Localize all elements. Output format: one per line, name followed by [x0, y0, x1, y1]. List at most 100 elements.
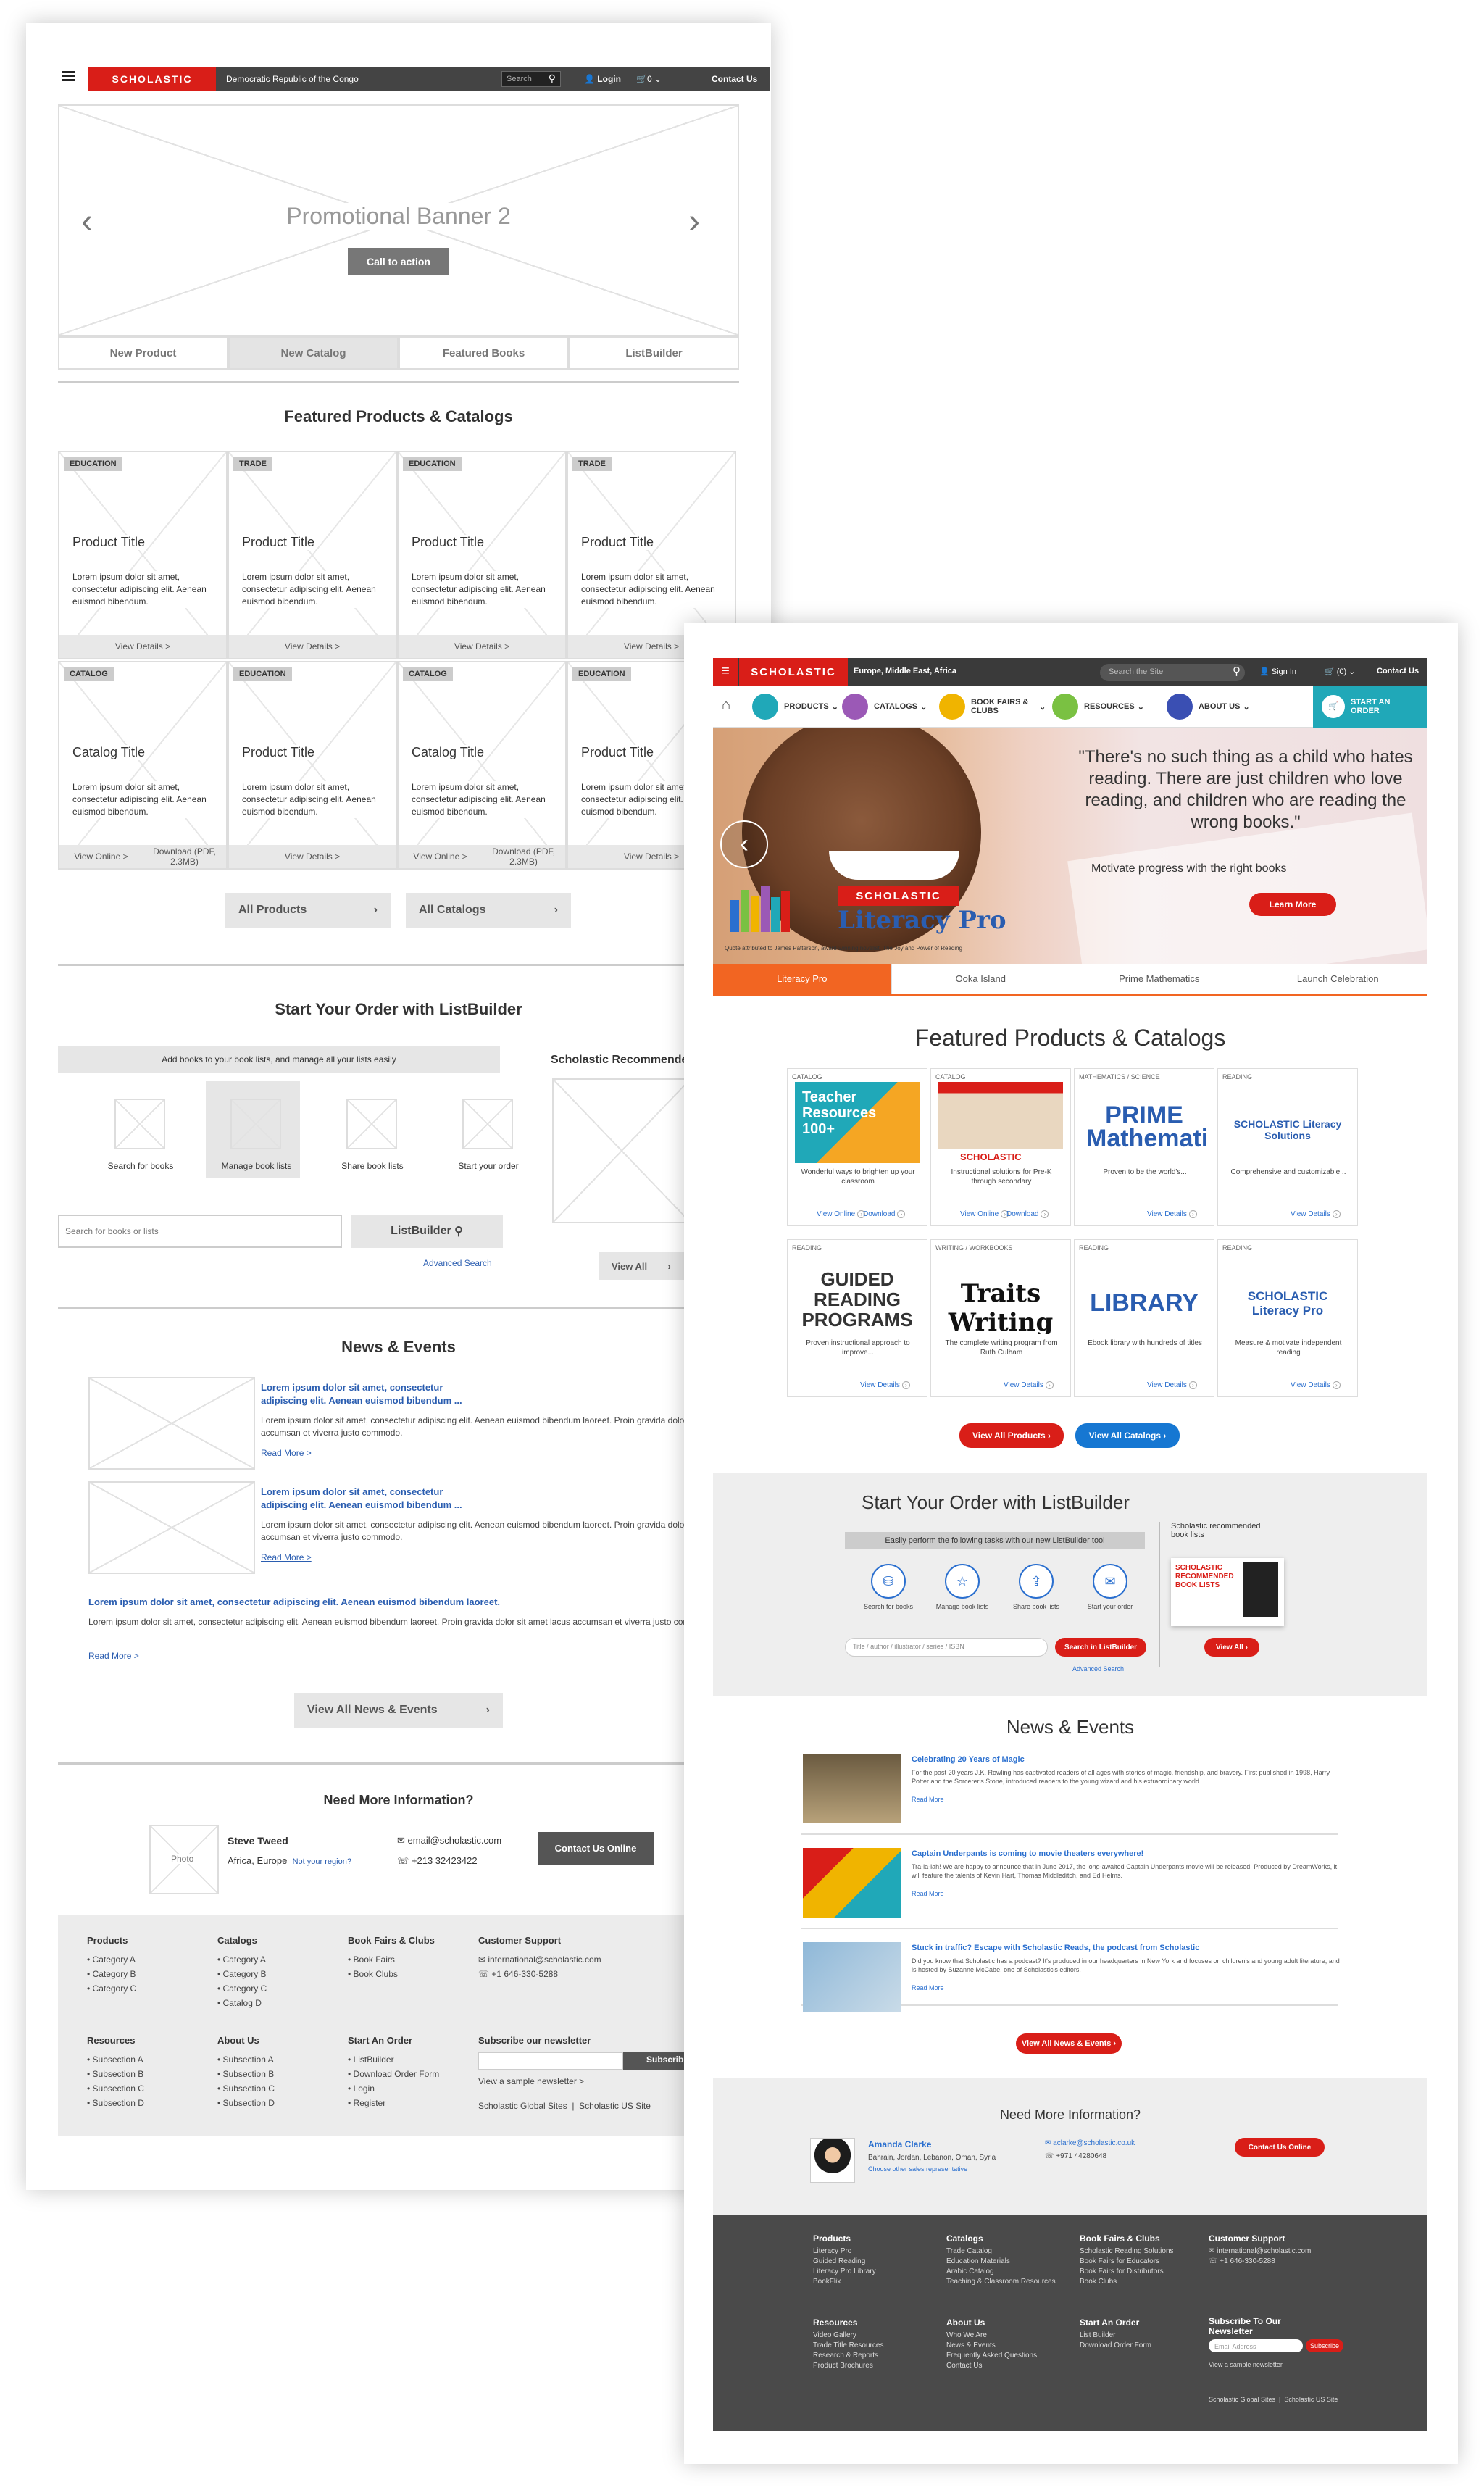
footer-link[interactable]: Research & Reports	[813, 2351, 883, 2361]
wf-view-all-news-button[interactable]: View All News & Events ›	[294, 1693, 503, 1728]
nav-catalogs[interactable]: CATALOGS ⌄	[842, 693, 927, 720]
footer-link[interactable]: Education Materials	[946, 2257, 1056, 2267]
footer-link[interactable]: • Book Clubs	[348, 1967, 435, 1981]
all-products-button[interactable]: All Products ›	[225, 893, 391, 928]
nav-resources[interactable]: RESOURCES ⌄	[1052, 693, 1144, 720]
news-title[interactable]: Stuck in traffic? Escape with Scholastic…	[912, 1944, 1346, 1952]
contact-link[interactable]: Contact Us	[712, 74, 757, 84]
footer-link[interactable]: • Subsection D	[217, 2096, 275, 2110]
recommended-books-image[interactable]: SCHOLASTIC RECOMMENDED BOOK LISTS	[1171, 1558, 1284, 1626]
footer-link[interactable]: Arabic Catalog	[946, 2267, 1056, 2277]
card-link[interactable]: Download (PDF, 2.3MB)	[491, 846, 556, 867]
step-icon-2[interactable]: ⇪	[1019, 1564, 1054, 1599]
hf-search-input[interactable]: Search the Site ⚲	[1100, 664, 1245, 681]
all-catalogs-button[interactable]: All Catalogs ›	[406, 893, 571, 928]
search-icon[interactable]: ⚲	[1233, 665, 1241, 678]
footer-link[interactable]: • Subsection C	[87, 2081, 144, 2096]
choose-rep-link[interactable]: Choose other sales representative	[868, 2165, 967, 2173]
footer-link[interactable]: • Subsection B	[217, 2067, 275, 2081]
card-link[interactable]: View Online >	[69, 851, 134, 862]
news-title[interactable]: Celebrating 20 Years of Magic	[912, 1755, 1346, 1764]
footer-link[interactable]: BookFlix	[813, 2277, 876, 2287]
news-image[interactable]	[803, 1942, 901, 2012]
hf-product-card[interactable]: CATALOG Teacher Resources 100+ Wonderful w…	[787, 1068, 928, 1226]
hf-cart-button[interactable]: 🛒 (0) ⌄	[1325, 667, 1356, 676]
tab-3[interactable]: ListBuilder	[569, 336, 739, 370]
email-icon-row[interactable]: ✉ international@scholastic.com	[478, 1952, 601, 1967]
card-link[interactable]: Download (PDF, 2.3MB)	[152, 846, 217, 867]
tab-2[interactable]: Featured Books	[399, 336, 569, 370]
news-title[interactable]: Lorem ipsum dolor sit amet, consectetur …	[261, 1381, 478, 1407]
card-link[interactable]: View Details >	[624, 641, 679, 651]
card-link[interactable]: Download ›	[863, 1210, 906, 1218]
tab-0[interactable]: New Product	[58, 336, 228, 370]
news-image[interactable]	[88, 1481, 255, 1574]
card-link[interactable]: View Online >	[408, 851, 473, 862]
card-cover-image[interactable]: GUIDED READING PROGRAMS	[795, 1253, 920, 1334]
step-icon-3[interactable]: ✉	[1093, 1564, 1127, 1599]
scholastic-logo[interactable]: SCHOLASTIC	[739, 658, 848, 686]
footer-link[interactable]: Product Brochures	[813, 2361, 883, 2371]
footer-link[interactable]: • Login	[348, 2081, 439, 2096]
hero-tab-3[interactable]: Launch Celebration	[1249, 964, 1427, 994]
hf-contact-button[interactable]: Contact Us Online	[1235, 2138, 1325, 2157]
hf-newsletter-input[interactable]: Email Address	[1209, 2339, 1303, 2352]
footer-link[interactable]: • ListBuilder	[348, 2052, 439, 2067]
login-link[interactable]: 👤 Login	[584, 74, 621, 84]
product-card[interactable]: EDUCATION Product Title Lorem ipsum dolor …	[228, 661, 397, 870]
card-link[interactable]: View Online ›	[817, 1210, 866, 1218]
recommended-image[interactable]	[552, 1078, 691, 1223]
card-cover-image[interactable]: SCHOLASTIC Literacy Pro	[1225, 1253, 1350, 1334]
footer-link[interactable]: • Subsection D	[87, 2096, 144, 2110]
read-more-link[interactable]: Read More	[912, 1984, 944, 1991]
card-link[interactable]: View Details ›	[860, 1381, 910, 1389]
card-link[interactable]: View Details >	[115, 641, 170, 651]
news-image[interactable]	[803, 1848, 901, 1918]
wf-listbuilder-search[interactable]: Search for books or lists	[58, 1215, 342, 1248]
card-cover-image[interactable]: SCHOLASTIC Literacy Solutions	[1225, 1082, 1350, 1163]
hf-all-catalogs-button[interactable]: View All Catalogs ›	[1075, 1423, 1180, 1448]
hf-product-card[interactable]: WRITING / WORKBOOKS Traits Writing The com…	[930, 1239, 1071, 1397]
card-link[interactable]: View Details ›	[1291, 1210, 1341, 1218]
hf-product-card[interactable]: READING SCHOLASTIC Literacy Solutions Comp…	[1217, 1068, 1358, 1226]
card-link[interactable]: View Details ›	[1004, 1381, 1054, 1389]
region-label[interactable]: Democratic Republic of the Congo	[226, 74, 359, 84]
hf-all-products-button[interactable]: View All Products ›	[959, 1423, 1064, 1448]
hf-region-label[interactable]: Europe, Middle East, Africa	[854, 667, 956, 675]
footer-link[interactable]: Trade Catalog	[946, 2247, 1056, 2257]
wf-contact-button[interactable]: Contact Us Online	[538, 1832, 654, 1865]
hf-contact-name[interactable]: Amanda Clarke	[868, 2139, 931, 2149]
card-link[interactable]: View Details >	[285, 641, 340, 651]
hf-listbuilder-button[interactable]: Search in ListBuilder	[1055, 1638, 1146, 1657]
footer-link[interactable]: Literacy Pro	[813, 2247, 876, 2257]
search-input[interactable]: Search ⚲	[501, 71, 561, 87]
read-more-link[interactable]: Read More >	[261, 1448, 312, 1458]
hf-rec-view-all-button[interactable]: View All ›	[1204, 1638, 1259, 1657]
read-more-link[interactable]: Read More	[912, 1796, 944, 1803]
step-icon-1[interactable]: ☆	[945, 1564, 980, 1599]
footer-link[interactable]: Literacy Pro Library	[813, 2267, 876, 2277]
read-more-link[interactable]: Read More	[912, 1890, 944, 1897]
footer-link[interactable]: News & Events	[946, 2341, 1037, 2351]
hero-tab-0[interactable]: Literacy Pro	[713, 964, 892, 994]
menu-icon[interactable]	[62, 71, 75, 81]
footer-link[interactable]: Teaching & Classroom Resources	[946, 2277, 1056, 2287]
wf-rec-view-all-button[interactable]: View All ›	[599, 1252, 684, 1280]
hf-sample-newsletter-link[interactable]: View a sample newsletter	[1209, 2360, 1354, 2370]
footer-link[interactable]: • Download Order Form	[348, 2067, 439, 2081]
nav-book-fairs-clubs[interactable]: BOOK FAIRS & CLUBS ⌄	[939, 693, 1046, 720]
step-icon-0[interactable]: ⛁	[871, 1564, 906, 1599]
nav-about-us[interactable]: ABOUT US ⌄	[1167, 693, 1250, 720]
email-icon-row[interactable]: ✉ international@scholastic.com	[1209, 2247, 1311, 2257]
news-title[interactable]: Lorem ipsum dolor sit amet, consectetur …	[88, 1596, 719, 1609]
hf-product-card[interactable]: MATHEMATICS / SCIENCE PRIME Mathematics Pr…	[1074, 1068, 1214, 1226]
footer-link[interactable]: Contact Us	[946, 2361, 1037, 2371]
footer-link[interactable]: • Category B	[217, 1967, 267, 1981]
card-cover-image[interactable]: SCHOLASTIC EDUCATION	[938, 1082, 1063, 1163]
card-cover-image[interactable]: Traits Writing	[938, 1253, 1063, 1334]
hf-contact-email[interactable]: ✉ aclarke@scholastic.co.uk	[1045, 2139, 1135, 2147]
chevron-left-icon[interactable]: ‹	[81, 201, 93, 241]
hf-contact-link[interactable]: Contact Us	[1377, 667, 1419, 675]
hero-tab-1[interactable]: Ooka Island	[891, 964, 1070, 994]
hf-product-card[interactable]: READING SCHOLASTIC Literacy Pro Measure & …	[1217, 1239, 1358, 1397]
